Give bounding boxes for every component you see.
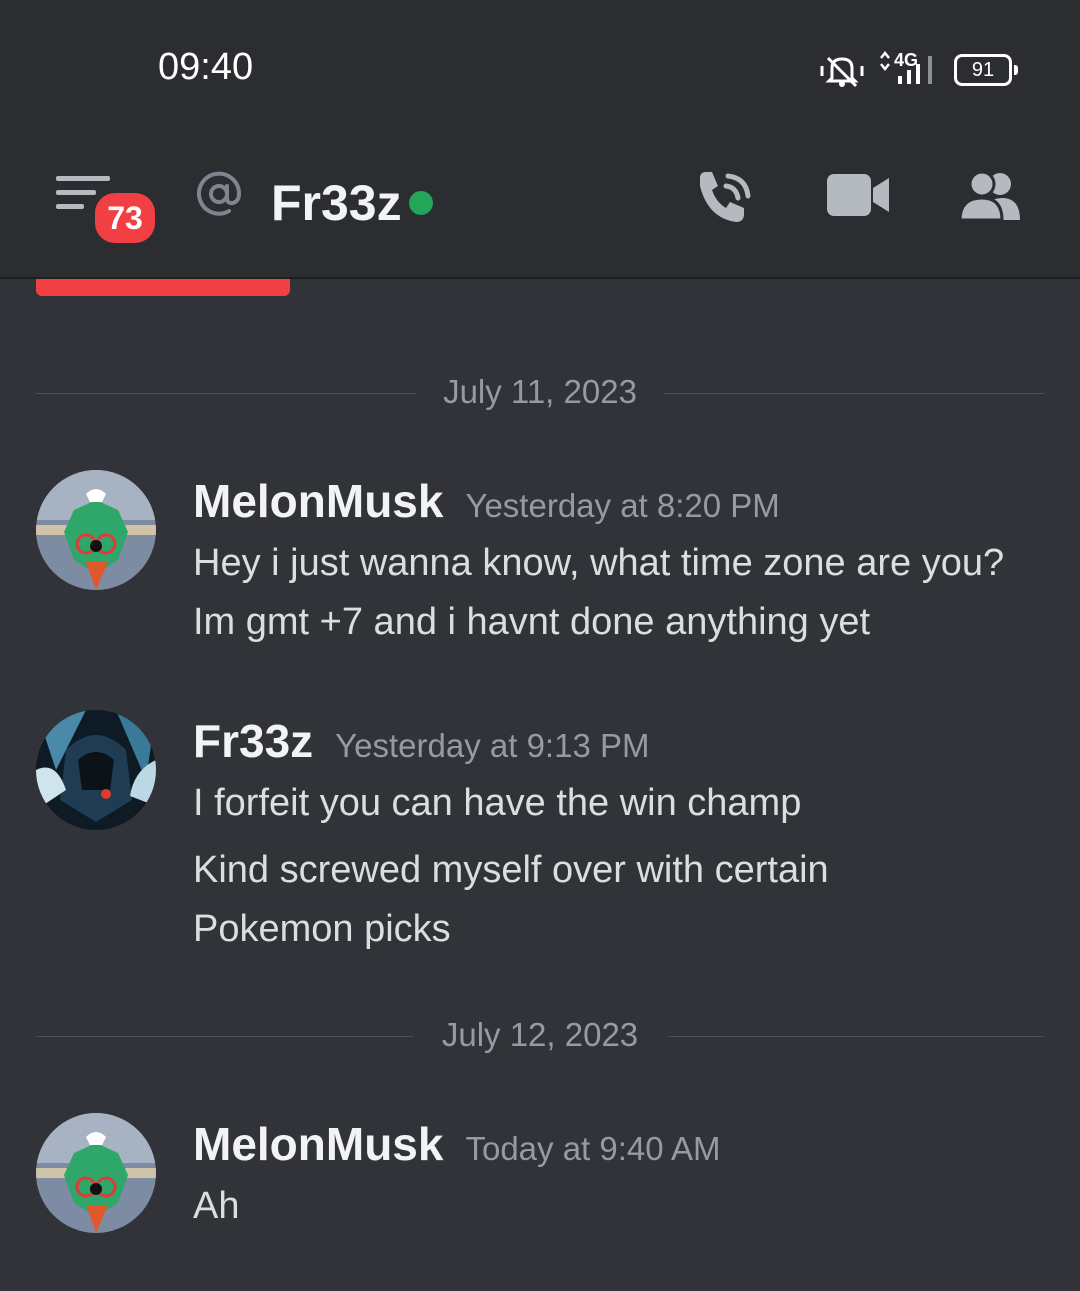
- video-call-button[interactable]: [827, 172, 889, 223]
- channel-header: 73 Fr33z: [0, 140, 1080, 279]
- message-text: Ah: [193, 1185, 240, 1227]
- channel-name: Fr33z: [271, 175, 402, 231]
- username[interactable]: MelonMusk: [193, 475, 443, 527]
- date-label: July 12, 2023: [441, 1016, 639, 1053]
- status-time: 09:40: [158, 46, 254, 88]
- message-text: Hey i just wanna know, what time zone ar…: [193, 542, 1005, 584]
- timestamp: Today at 9:40 AM: [465, 1130, 721, 1167]
- video-camera-icon: [827, 174, 889, 216]
- timestamp: Yesterday at 9:13 PM: [335, 727, 650, 764]
- avatar[interactable]: [36, 710, 156, 830]
- message-text: Pokemon picks: [193, 908, 451, 950]
- message-text: I forfeit you can have the win champ: [193, 782, 802, 824]
- date-label: July 11, 2023: [443, 373, 637, 410]
- members-button[interactable]: [958, 170, 1022, 227]
- avatar[interactable]: [36, 1113, 156, 1233]
- vibrate-mute-icon: [820, 56, 864, 88]
- divider-line: [664, 393, 1044, 394]
- voice-call-button[interactable]: [694, 168, 756, 233]
- message-header: MelonMusk Today at 9:40 AM: [193, 1117, 720, 1171]
- battery-indicator: 91: [954, 54, 1018, 86]
- unread-badge: 73: [90, 188, 160, 248]
- username[interactable]: Fr33z: [193, 715, 313, 767]
- date-divider: July 11, 2023: [36, 373, 1044, 413]
- status-bar: 09:40 4G 91: [0, 0, 1080, 140]
- divider-line: [668, 1036, 1044, 1037]
- message-text: Im gmt +7 and i havnt done anything yet: [193, 601, 871, 643]
- online-status-dot: [409, 191, 433, 215]
- timestamp: Yesterday at 8:20 PM: [465, 487, 780, 524]
- menu-button[interactable]: 73: [56, 174, 160, 248]
- members-icon: [958, 170, 1020, 222]
- avatar[interactable]: [36, 470, 156, 590]
- message-header: MelonMusk Yesterday at 8:20 PM: [193, 474, 780, 528]
- phone-icon: [700, 172, 751, 222]
- at-icon: [197, 171, 242, 216]
- message-text: Kind screwed myself over with certain: [193, 849, 829, 891]
- username[interactable]: MelonMusk: [193, 1118, 443, 1170]
- jump-to-present-bar[interactable]: [36, 279, 290, 296]
- network-type: 4G: [894, 50, 919, 70]
- date-divider: July 12, 2023: [36, 1016, 1044, 1056]
- message-header: Fr33z Yesterday at 9:13 PM: [193, 714, 649, 768]
